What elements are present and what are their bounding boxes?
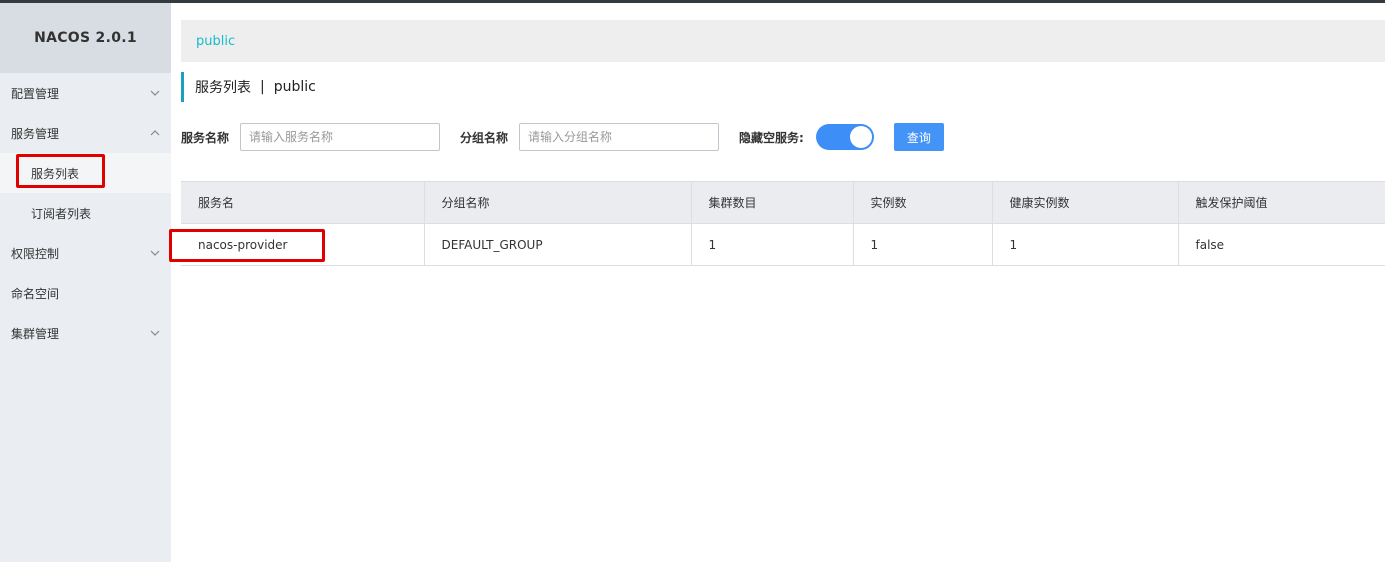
service-table: 服务名 分组名称 集群数目 实例数 健康实例数 触发保护阈值 nacos-pro… xyxy=(181,181,1385,266)
toggle-knob xyxy=(849,126,872,148)
sidebar-item-label: 权限控制 xyxy=(11,246,60,261)
col-header-protect-threshold[interactable]: 触发保护阈值 xyxy=(1178,181,1385,224)
page-title-text: 服务列表 xyxy=(195,80,251,96)
sidebar-item-service-management[interactable]: 服务管理 xyxy=(0,113,171,153)
cell-cluster-count: 1 xyxy=(691,223,854,266)
group-name-label: 分组名称 xyxy=(460,130,509,145)
filter-bar: 服务名称 分组名称 隐藏空服务: 查询 xyxy=(181,122,944,152)
chevron-down-icon xyxy=(150,88,160,98)
chevron-up-icon xyxy=(150,128,160,138)
hide-empty-label: 隐藏空服务: xyxy=(739,130,804,145)
sidebar-item-label: 命名空间 xyxy=(11,286,60,301)
cell-group-name: DEFAULT_GROUP xyxy=(424,223,692,266)
query-button[interactable]: 查询 xyxy=(893,123,944,151)
sidebar-item-label: 集群管理 xyxy=(11,326,60,341)
namespace-link-public[interactable]: public xyxy=(196,34,235,49)
page-title-separator: | xyxy=(260,79,265,95)
sidebar-item-label: 配置管理 xyxy=(11,86,60,101)
service-name-input[interactable] xyxy=(240,123,441,151)
service-name-label: 服务名称 xyxy=(181,130,230,145)
main-content: public 服务列表 | public 服务名称 分组名称 隐藏空服务: 查询… xyxy=(171,3,1385,562)
app-logo: NACOS 2.0.1 xyxy=(0,3,171,73)
sidebar-item-namespace[interactable]: 命名空间 xyxy=(0,273,171,313)
page-title: 服务列表 | public xyxy=(181,72,316,102)
cell-healthy-instance-count: 1 xyxy=(992,223,1179,266)
page-title-namespace: public xyxy=(273,79,316,95)
sidebar-item-service-list[interactable]: 服务列表 xyxy=(0,153,171,193)
col-header-instance-count[interactable]: 实例数 xyxy=(853,181,993,224)
sidebar-item-cluster-management[interactable]: 集群管理 xyxy=(0,313,171,353)
sidebar-item-config[interactable]: 配置管理 xyxy=(0,73,171,113)
col-header-service-name[interactable]: 服务名 xyxy=(181,181,425,224)
cell-protect-threshold: false xyxy=(1178,223,1385,266)
col-header-group-name[interactable]: 分组名称 xyxy=(424,181,692,224)
sidebar-item-subscriber-list[interactable]: 订阅者列表 xyxy=(0,193,171,233)
hide-empty-toggle[interactable] xyxy=(815,124,874,150)
cell-service-name: nacos-provider xyxy=(181,223,425,266)
chevron-down-icon xyxy=(150,328,160,338)
table-header-row: 服务名 分组名称 集群数目 实例数 健康实例数 触发保护阈值 xyxy=(181,181,1385,224)
chevron-down-icon xyxy=(150,248,160,258)
table-row[interactable]: nacos-provider DEFAULT_GROUP 1 1 1 false xyxy=(181,223,1385,266)
namespace-bar: public xyxy=(181,20,1385,62)
sidebar-item-label: 服务管理 xyxy=(11,126,60,141)
sidebar: NACOS 2.0.1 配置管理 服务管理 服务列表 订阅者列表 权限控制 命名… xyxy=(0,3,171,562)
group-name-input[interactable] xyxy=(519,123,720,151)
sidebar-item-label: 订阅者列表 xyxy=(31,206,92,221)
cell-instance-count: 1 xyxy=(853,223,993,266)
sidebar-item-label: 服务列表 xyxy=(31,166,80,181)
col-header-healthy-instance-count[interactable]: 健康实例数 xyxy=(992,181,1179,224)
col-header-cluster-count[interactable]: 集群数目 xyxy=(691,181,854,224)
sidebar-item-access-control[interactable]: 权限控制 xyxy=(0,233,171,273)
